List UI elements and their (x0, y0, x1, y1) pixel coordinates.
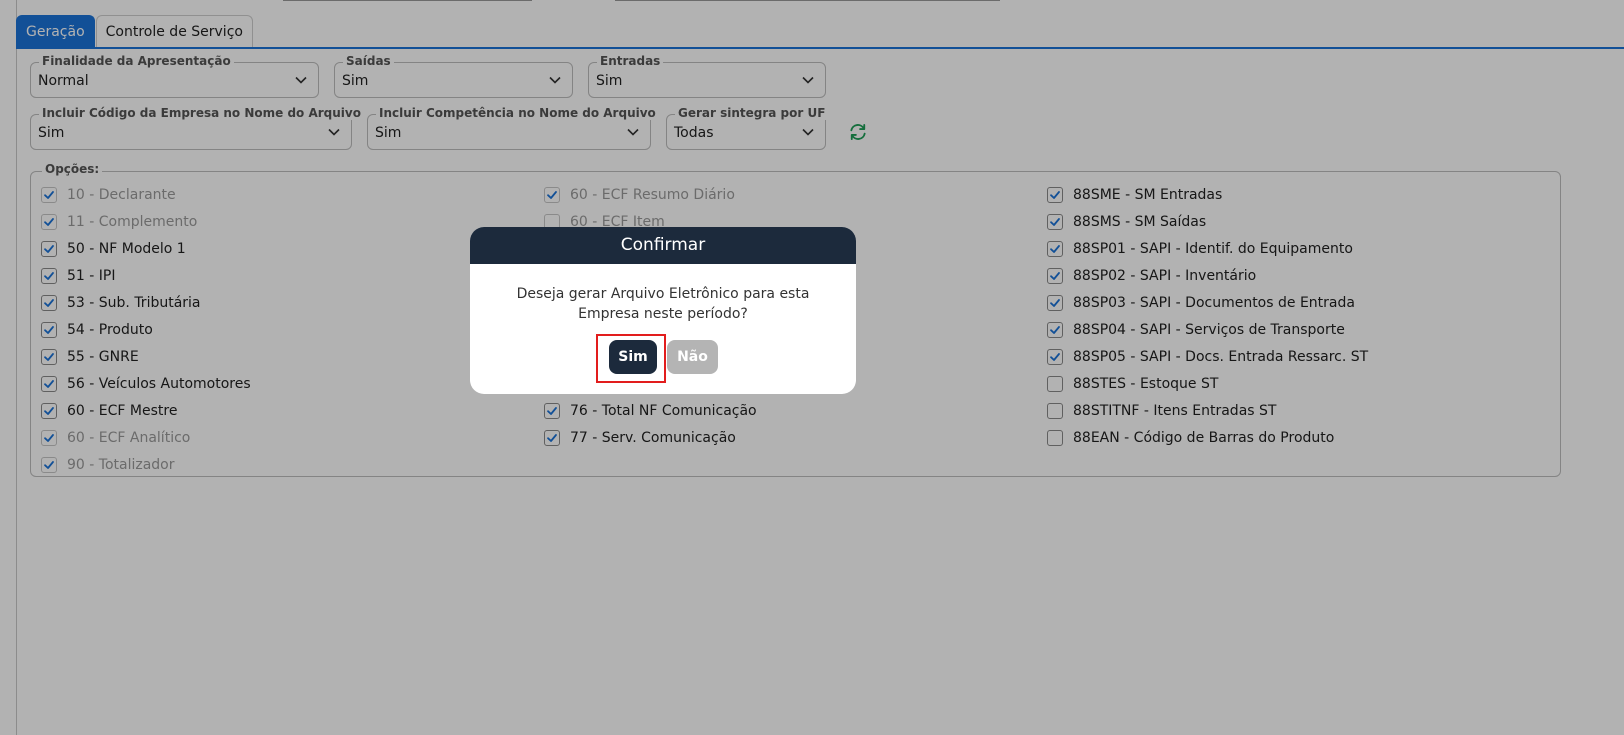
dialog-title: Confirmar (470, 227, 856, 264)
dialog-message: Deseja gerar Arquivo Eletrônico para est… (516, 286, 810, 322)
highlight-box (596, 334, 666, 383)
confirm-no-button[interactable]: Não (667, 340, 718, 374)
